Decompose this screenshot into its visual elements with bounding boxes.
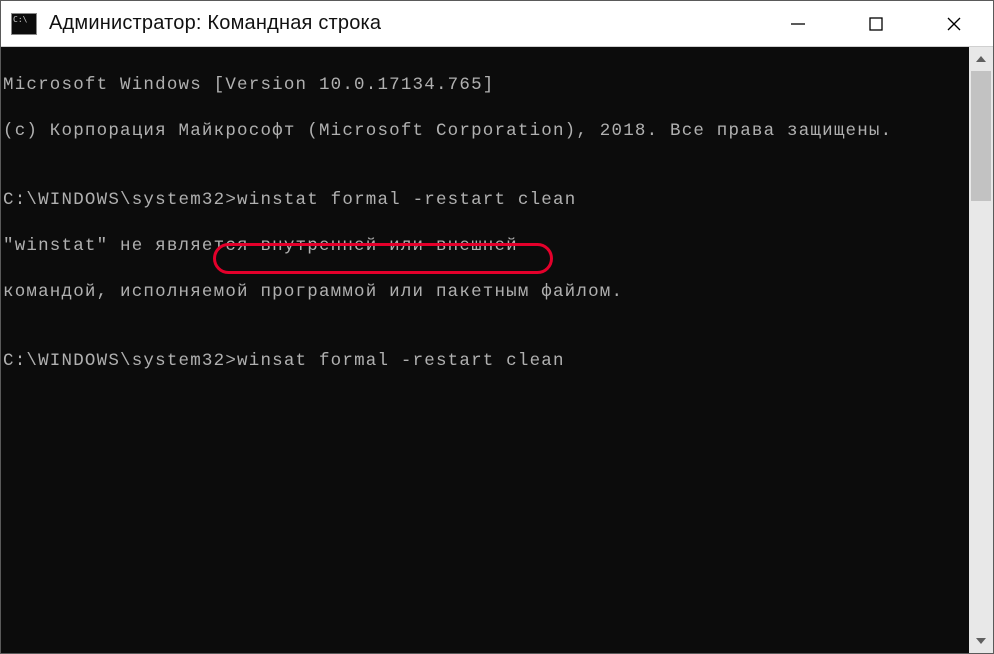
minimize-icon xyxy=(789,15,807,33)
cmd-window: Администратор: Командная строка Micros xyxy=(0,0,994,654)
error-line-2: командой, исполняемой программой или пак… xyxy=(3,281,969,304)
version-line: Microsoft Windows [Version 10.0.17134.76… xyxy=(3,74,969,97)
console-output[interactable]: Microsoft Windows [Version 10.0.17134.76… xyxy=(1,47,969,653)
scroll-down-button[interactable] xyxy=(969,629,993,653)
chevron-up-icon xyxy=(976,56,986,62)
cmd-icon xyxy=(11,13,37,35)
vertical-scrollbar[interactable] xyxy=(969,47,993,653)
prompt-path: C:\WINDOWS\system32> xyxy=(3,190,237,210)
close-icon xyxy=(945,15,963,33)
minimize-button[interactable] xyxy=(759,1,837,46)
scroll-thumb[interactable] xyxy=(971,71,991,201)
prompt-command-2: winsat formal -restart clean xyxy=(237,351,565,371)
prompt-line-2: C:\WINDOWS\system32>winsat formal -resta… xyxy=(3,350,969,373)
window-title: Администратор: Командная строка xyxy=(49,12,759,35)
prompt-path: C:\WINDOWS\system32> xyxy=(3,351,237,371)
chevron-down-icon xyxy=(976,638,986,644)
maximize-button[interactable] xyxy=(837,1,915,46)
maximize-icon xyxy=(868,16,884,32)
error-line-1: "winstat" не является внутренней или вне… xyxy=(3,235,969,258)
titlebar[interactable]: Администратор: Командная строка xyxy=(1,1,993,47)
prompt-command-1: winstat formal -restart clean xyxy=(237,190,576,210)
scroll-track[interactable] xyxy=(969,71,993,629)
window-controls xyxy=(759,1,993,46)
console-area: Microsoft Windows [Version 10.0.17134.76… xyxy=(1,47,993,653)
copyright-line: (c) Корпорация Майкрософт (Microsoft Cor… xyxy=(3,120,969,143)
prompt-line-1: C:\WINDOWS\system32>winstat formal -rest… xyxy=(3,189,969,212)
close-button[interactable] xyxy=(915,1,993,46)
scroll-up-button[interactable] xyxy=(969,47,993,71)
